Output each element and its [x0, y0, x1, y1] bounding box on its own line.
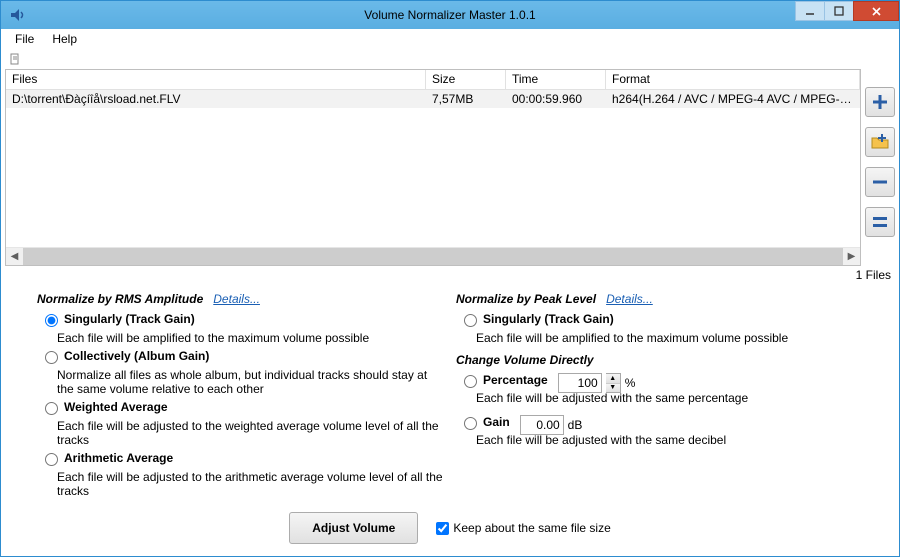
rms-desc-collectively: Normalize all files as whole album, but … — [57, 368, 444, 396]
hscrollbar[interactable]: ◀ ▶ — [6, 247, 860, 265]
adjust-volume-button[interactable]: Adjust Volume — [289, 512, 418, 544]
app-window: Volume Normalizer Master 1.0.1 File Help… — [0, 0, 900, 557]
rms-label-singularly: Singularly (Track Gain) — [64, 312, 195, 326]
maximize-button[interactable] — [824, 1, 854, 21]
add-file-button[interactable] — [865, 87, 895, 117]
bottom-bar: Adjust Volume Keep about the same file s… — [1, 502, 899, 556]
side-buttons — [865, 69, 895, 266]
table-row[interactable]: D:\torrent\Ðàçíîå\rsload.net.FLV 7,57MB … — [6, 90, 860, 108]
percentage-unit: % — [625, 376, 636, 390]
rms-details-link[interactable]: Details... — [213, 292, 260, 306]
table-body: D:\torrent\Ðàçíîå\rsload.net.FLV 7,57MB … — [6, 90, 860, 247]
app-icon — [9, 7, 25, 23]
peak-desc-singularly: Each file will be amplified to the maxim… — [476, 331, 863, 345]
cell-files: D:\torrent\Ðàçíîå\rsload.net.FLV — [6, 92, 426, 106]
hscroll-left[interactable]: ◀ — [6, 248, 23, 265]
remove-button[interactable] — [865, 167, 895, 197]
rms-radio-collectively[interactable] — [45, 351, 58, 364]
rms-radio-arithmetic[interactable] — [45, 453, 58, 466]
direct-radio-percentage[interactable] — [464, 375, 477, 388]
menubar: File Help — [1, 29, 899, 49]
window-controls — [796, 1, 899, 21]
window-title: Volume Normalizer Master 1.0.1 — [1, 8, 899, 22]
file-table: Files Size Time Format D:\torrent\Ðàçíîå… — [5, 69, 861, 266]
status-bar: 1 Files — [1, 266, 899, 284]
direct-desc-percentage: Each file will be adjusted with the same… — [476, 391, 863, 405]
direct-label-gain: Gain — [483, 415, 510, 429]
peak-label-singularly: Singularly (Track Gain) — [483, 312, 614, 326]
cell-format: h264(H.264 / AVC / MPEG-4 AVC / MPEG-4 p… — [606, 92, 860, 106]
files-count: 1 Files — [856, 268, 891, 282]
direct-title: Change Volume Directly — [456, 353, 863, 367]
hscroll-track[interactable] — [23, 248, 843, 265]
menu-help[interactable]: Help — [44, 30, 85, 48]
rms-desc-singularly: Each file will be amplified to the maxim… — [57, 331, 444, 345]
gain-input[interactable] — [520, 415, 564, 435]
rms-radio-singularly[interactable] — [45, 314, 58, 327]
rms-section: Normalize by RMS Amplitude Details... Si… — [37, 292, 444, 498]
options-panel: Normalize by RMS Amplitude Details... Si… — [1, 284, 899, 502]
col-header-files[interactable]: Files — [6, 70, 426, 89]
percentage-input[interactable] — [558, 373, 602, 393]
direct-label-percentage: Percentage — [483, 373, 548, 387]
direct-radio-gain[interactable] — [464, 417, 477, 430]
percentage-spinner[interactable]: ▲ ▼ — [606, 373, 621, 393]
add-folder-button[interactable] — [865, 127, 895, 157]
table-header: Files Size Time Format — [6, 70, 860, 90]
keep-size-row[interactable]: Keep about the same file size — [436, 521, 610, 535]
peak-radio-singularly[interactable] — [464, 314, 477, 327]
menu-file[interactable]: File — [7, 30, 42, 48]
cell-size: 7,57MB — [426, 92, 506, 106]
rms-label-collectively: Collectively (Album Gain) — [64, 349, 209, 363]
peak-details-link[interactable]: Details... — [606, 292, 653, 306]
clear-button[interactable] — [865, 207, 895, 237]
rms-desc-weighted: Each file will be adjusted to the weight… — [57, 419, 444, 447]
hscroll-thumb[interactable] — [23, 248, 843, 265]
peak-title: Normalize by Peak Level Details... — [456, 292, 863, 306]
rms-desc-arithmetic: Each file will be adjusted to the arithm… — [57, 470, 444, 498]
keep-size-label: Keep about the same file size — [453, 521, 610, 535]
cell-time: 00:00:59.960 — [506, 92, 606, 106]
titlebar: Volume Normalizer Master 1.0.1 — [1, 1, 899, 29]
hscroll-right[interactable]: ▶ — [843, 248, 860, 265]
rms-title: Normalize by RMS Amplitude Details... — [37, 292, 444, 306]
col-header-size[interactable]: Size — [426, 70, 506, 89]
spinner-up-icon[interactable]: ▲ — [606, 374, 620, 384]
right-sections: Normalize by Peak Level Details... Singu… — [456, 292, 863, 498]
col-header-time[interactable]: Time — [506, 70, 606, 89]
toolbar-doc-icon[interactable] — [7, 51, 23, 67]
minimize-button[interactable] — [795, 1, 825, 21]
keep-size-checkbox[interactable] — [436, 522, 449, 535]
direct-desc-gain: Each file will be adjusted with the same… — [476, 433, 863, 447]
close-button[interactable] — [853, 1, 899, 21]
content-area: Files Size Time Format D:\torrent\Ðàçíîå… — [1, 69, 899, 266]
toolbar — [1, 49, 899, 69]
rms-radio-weighted[interactable] — [45, 402, 58, 415]
rms-label-weighted: Weighted Average — [64, 400, 168, 414]
rms-label-arithmetic: Arithmetic Average — [64, 451, 173, 465]
col-header-format[interactable]: Format — [606, 70, 860, 89]
gain-unit: dB — [568, 418, 583, 432]
